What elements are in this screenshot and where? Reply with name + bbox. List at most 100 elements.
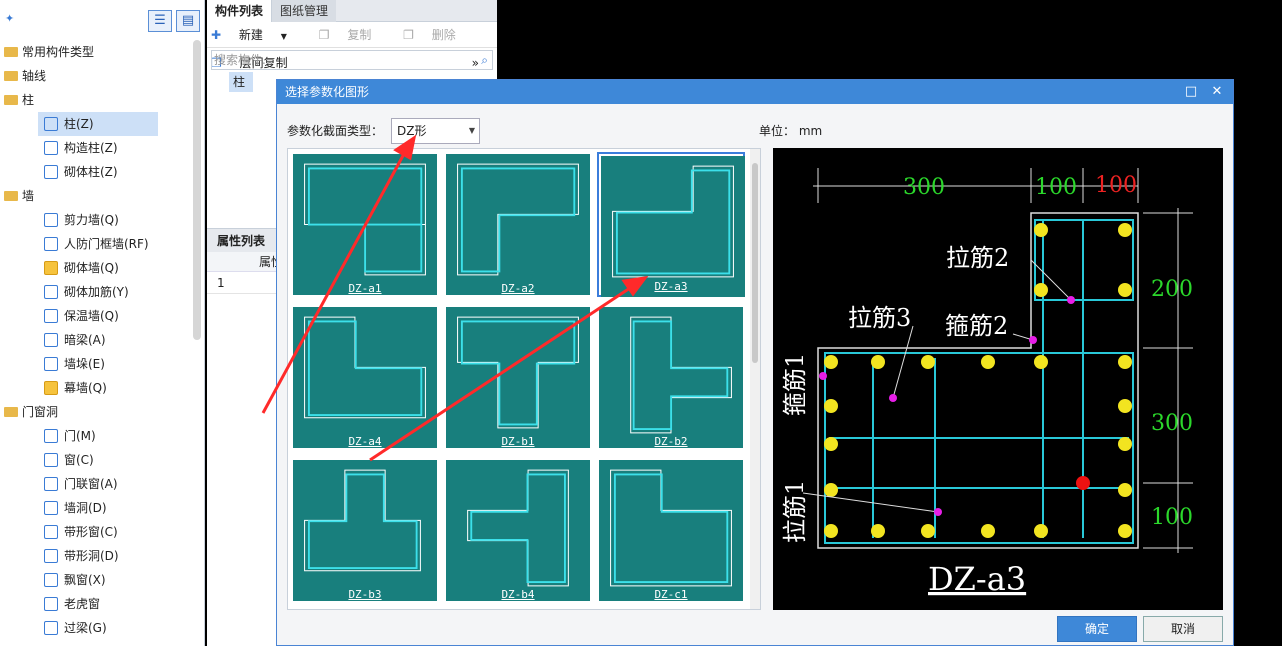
tab-component-list[interactable]: 构件列表 xyxy=(207,0,273,22)
tree-item[interactable]: 带形洞(D) xyxy=(0,544,194,568)
shape-thumbnail[interactable]: DZ-b1 xyxy=(444,305,592,450)
tree-item-label: 砌体柱(Z) xyxy=(64,165,118,179)
tree-item[interactable]: 砌体墙(Q) xyxy=(0,256,194,280)
copy-button[interactable]: ❐ 复制 xyxy=(319,28,386,42)
component-icon xyxy=(44,357,58,371)
component-search-input[interactable]: 搜索构件... ⌕ xyxy=(211,50,493,70)
tree-item[interactable]: 构造柱(Z) xyxy=(0,136,194,160)
list-toolbar: ✚ 新建 ▼ ❐ 复制 ❐ 删除 ❐ 层间复制 » xyxy=(207,22,497,70)
tree-item[interactable]: 保温墙(Q) xyxy=(0,304,194,328)
shape-gallery: DZ-a1 DZ-a2 DZ-a3 DZ-a4 DZ-b1 DZ-b2 DZ-b3 DZ-b4… xyxy=(287,148,761,610)
shape-thumbnail[interactable]: DZ-b4 xyxy=(444,458,592,603)
dim-right-1: 200 xyxy=(1151,277,1193,302)
shape-thumbnail[interactable]: DZ-a3 xyxy=(597,152,745,297)
tree-item[interactable]: 暗梁(A) xyxy=(0,328,194,352)
detail-view-icon[interactable]: ▤ xyxy=(176,10,200,32)
folder-icon xyxy=(4,71,18,81)
delete-button[interactable]: ❐ 删除 xyxy=(403,28,470,42)
tree-group[interactable]: 常用构件类型 xyxy=(0,40,194,64)
tree-item-label: 墙洞(D) xyxy=(64,501,107,515)
thumbnail-image xyxy=(599,307,743,448)
thumbnail-label: DZ-a1 xyxy=(348,282,382,295)
property-row-number: 1 xyxy=(217,276,225,290)
folder-icon xyxy=(4,191,18,201)
tree-item-label: 幕墙(Q) xyxy=(64,381,107,395)
section-type-value: DZ形 xyxy=(397,124,427,138)
dim-top-1: 300 xyxy=(903,175,945,200)
tree-item[interactable]: 墙垛(E) xyxy=(0,352,194,376)
tree-item-label: 砌体加筋(Y) xyxy=(64,285,129,299)
tree-group[interactable]: 墙 xyxy=(0,184,194,208)
thumbnail-label: DZ-a3 xyxy=(654,280,688,293)
label-stirrup-2: 箍筋2 xyxy=(945,312,1008,340)
component-icon xyxy=(44,285,58,299)
shape-thumbnail[interactable]: DZ-a4 xyxy=(291,305,439,450)
tree-group[interactable]: 轴线 xyxy=(0,64,194,88)
dialog-title-bar: 选择参数化图形 □ ✕ xyxy=(277,80,1233,104)
component-icon xyxy=(44,549,58,563)
component-icon xyxy=(44,333,58,347)
tree-item[interactable]: 过梁(G) xyxy=(0,616,194,640)
tree-item-label: 带形洞(D) xyxy=(64,549,119,563)
section-type-select[interactable]: DZ形 ▼ xyxy=(391,118,480,144)
tree-item-label: 墙垛(E) xyxy=(64,357,105,371)
unit-display: 单位： mm xyxy=(759,122,822,139)
component-icon xyxy=(44,573,58,587)
tree-item[interactable]: 带形窗(C) xyxy=(0,520,194,544)
maximize-icon[interactable]: □ xyxy=(1179,80,1203,104)
tree-item[interactable]: 墙洞(D) xyxy=(0,496,194,520)
copy-icon: ❐ xyxy=(318,28,330,42)
tree-group-label: 墙 xyxy=(22,189,35,203)
unit-value: mm xyxy=(798,124,823,138)
list-tabs: 构件列表 图纸管理 xyxy=(207,0,497,22)
tree-item-label: 人防门框墙(RF) xyxy=(64,237,149,251)
folder-icon xyxy=(4,407,18,417)
search-icon[interactable]: ⌕ xyxy=(481,51,488,69)
tree-item-label: 砌体墙(Q) xyxy=(64,261,119,275)
shape-thumbnail[interactable]: DZ-b3 xyxy=(291,458,439,603)
tree-item[interactable]: 柱(Z) xyxy=(38,112,158,136)
dialog-title: 选择参数化图形 xyxy=(285,85,370,99)
gallery-scrollbar[interactable] xyxy=(750,149,760,609)
shape-thumbnail[interactable]: DZ-b2 xyxy=(597,305,745,450)
add-icon[interactable]: ✦ xyxy=(5,12,14,25)
tree-scrollbar[interactable] xyxy=(193,40,201,340)
shape-thumbnail[interactable]: DZ-a1 xyxy=(291,152,439,297)
gallery-scroll-thumb[interactable] xyxy=(752,163,758,363)
ok-button[interactable]: 确定 xyxy=(1057,616,1137,642)
tree-item[interactable]: 砌体柱(Z) xyxy=(0,160,194,184)
tree-item-label: 过梁(G) xyxy=(64,621,107,635)
tree-item[interactable]: 人防门框墙(RF) xyxy=(0,232,194,256)
new-button[interactable]: ✚ 新建 ▼ xyxy=(211,28,301,42)
thumbnail-label: DZ-b4 xyxy=(501,588,535,601)
thumbnail-image xyxy=(293,460,437,601)
label-stirrup-1: 箍筋1 xyxy=(781,353,809,416)
folder-icon xyxy=(4,95,18,105)
tree-group[interactable]: 门窗洞 xyxy=(0,400,194,424)
shape-thumbnail[interactable]: DZ-c1 xyxy=(597,458,745,603)
list-view-icon[interactable]: ☰ xyxy=(148,10,172,32)
cancel-button[interactable]: 取消 xyxy=(1143,616,1223,642)
tree-item[interactable]: 门联窗(A) xyxy=(0,472,194,496)
tree-group[interactable]: 柱 xyxy=(0,88,194,112)
tree-item[interactable]: 老虎窗 xyxy=(0,592,194,616)
dim-right-3: 100 xyxy=(1151,505,1193,530)
tree-item[interactable]: 砌体加筋(Y) xyxy=(0,280,194,304)
component-icon xyxy=(44,213,58,227)
tree-item-label: 门联窗(A) xyxy=(64,477,118,491)
search-placeholder: 搜索构件... xyxy=(214,53,274,67)
tree-item[interactable]: 幕墙(Q) xyxy=(0,376,194,400)
shape-thumbnail[interactable]: DZ-a2 xyxy=(444,152,592,297)
tab-drawing-manage[interactable]: 图纸管理 xyxy=(272,0,337,22)
close-icon[interactable]: ✕ xyxy=(1205,80,1229,104)
component-icon xyxy=(44,261,58,275)
tree-item-label: 老虎窗 xyxy=(64,597,101,611)
tree-group-label: 柱 xyxy=(22,93,35,107)
tree-item[interactable]: 门(M) xyxy=(0,424,194,448)
tree-item[interactable]: 窗(C) xyxy=(0,448,194,472)
component-icon xyxy=(44,381,58,395)
thumbnail-label: DZ-b2 xyxy=(654,435,688,448)
tree-item[interactable]: 飘窗(X) xyxy=(0,568,194,592)
tree-item[interactable]: 剪力墙(Q) xyxy=(0,208,194,232)
tree-item-label: 飘窗(X) xyxy=(64,573,106,587)
